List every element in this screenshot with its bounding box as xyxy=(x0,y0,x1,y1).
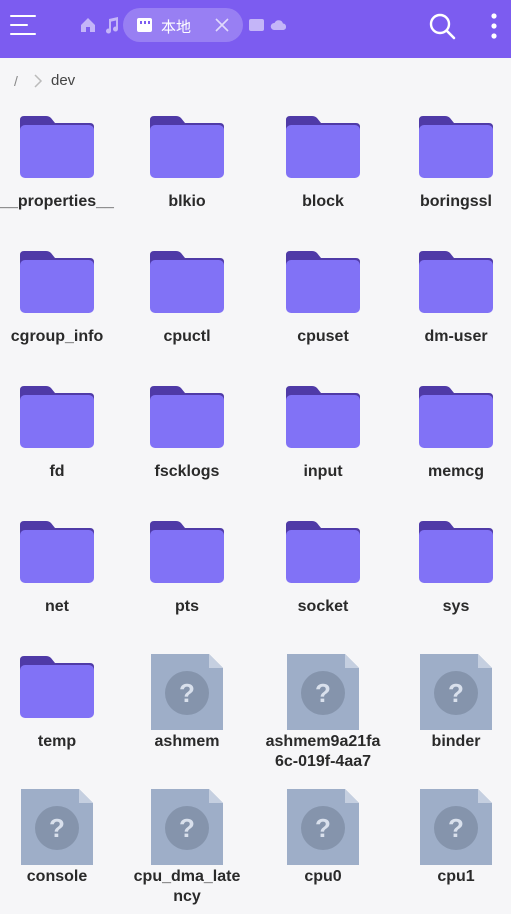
item-name: temp xyxy=(37,733,77,750)
folder-item[interactable]: __properties__ xyxy=(0,104,121,239)
file-item[interactable]: ? console xyxy=(0,779,121,914)
breadcrumb-current[interactable]: dev xyxy=(51,72,75,89)
item-name: fscklogs xyxy=(154,463,220,480)
folder-icon xyxy=(20,656,94,718)
folder-item[interactable]: socket xyxy=(259,509,387,644)
unknown-file-icon: ? xyxy=(287,789,359,865)
item-name: ashmem xyxy=(154,733,220,750)
folder-icon xyxy=(150,116,224,178)
folder-item[interactable]: sys xyxy=(392,509,511,644)
item-name: memcg xyxy=(427,463,485,480)
folder-icon xyxy=(150,386,224,448)
folder-icon xyxy=(20,386,94,448)
item-name: blkio xyxy=(168,193,206,210)
folder-icon xyxy=(286,116,360,178)
cloud-icon[interactable] xyxy=(270,16,288,34)
folder-item[interactable]: cpuset xyxy=(259,239,387,374)
music-icon[interactable] xyxy=(102,16,120,34)
folder-item[interactable]: fscklogs xyxy=(123,374,251,509)
item-name: cpuctl xyxy=(163,328,211,345)
menu-icon[interactable] xyxy=(10,13,36,37)
unknown-file-icon: ? xyxy=(151,654,223,730)
breadcrumb: / dev xyxy=(0,58,511,104)
item-name: fd xyxy=(49,463,65,480)
folder-item[interactable]: cpuctl xyxy=(123,239,251,374)
item-name: binder xyxy=(431,733,481,750)
folder-item[interactable]: boringssl xyxy=(392,104,511,239)
folder-item[interactable]: memcg xyxy=(392,374,511,509)
folder-icon xyxy=(286,521,360,583)
svg-text:?: ? xyxy=(448,678,464,708)
item-name: ashmem9a21fa6c-019f-4aa7 xyxy=(265,733,381,770)
file-item[interactable]: ? ashmem xyxy=(123,644,251,779)
tab-local[interactable]: 本地 xyxy=(123,8,243,42)
file-item[interactable]: ? cpu0 xyxy=(259,779,387,914)
svg-text:?: ? xyxy=(315,813,331,843)
folder-item[interactable]: block xyxy=(259,104,387,239)
item-name: input xyxy=(303,463,343,480)
item-name: cpu_dma_latency xyxy=(133,868,241,905)
folder-icon xyxy=(419,116,493,178)
folder-icon xyxy=(20,116,94,178)
unknown-file-icon: ? xyxy=(151,789,223,865)
file-item[interactable]: ? ashmem9a21fa6c-019f-4aa7 xyxy=(259,644,387,779)
item-name: cgroup_info xyxy=(10,328,104,345)
item-name: net xyxy=(45,598,69,615)
item-name: cpu0 xyxy=(304,868,342,885)
item-name: cpuset xyxy=(297,328,349,345)
folder-icon xyxy=(150,521,224,583)
folder-icon xyxy=(150,251,224,313)
item-name: pts xyxy=(175,598,199,615)
search-icon[interactable] xyxy=(428,12,456,40)
item-name: dm-user xyxy=(424,328,488,345)
chevron-right-icon xyxy=(34,74,43,88)
storage-icon[interactable] xyxy=(248,16,266,34)
item-name: sys xyxy=(442,598,470,615)
item-name: __properties__ xyxy=(0,193,114,210)
item-name: block xyxy=(302,193,344,210)
close-icon[interactable] xyxy=(214,17,230,33)
folder-item[interactable]: temp xyxy=(0,644,121,779)
folder-item[interactable]: fd xyxy=(0,374,121,509)
unknown-file-icon: ? xyxy=(287,654,359,730)
file-item[interactable]: ? cpu1 xyxy=(392,779,511,914)
item-name: console xyxy=(26,868,88,885)
folder-icon xyxy=(419,251,493,313)
folder-icon xyxy=(20,251,94,313)
item-name: cpu1 xyxy=(437,868,475,885)
folder-icon xyxy=(20,521,94,583)
svg-text:?: ? xyxy=(315,678,331,708)
svg-text:?: ? xyxy=(448,813,464,843)
file-item[interactable]: ? cpu_dma_latency xyxy=(123,779,251,914)
folder-icon xyxy=(286,251,360,313)
unknown-file-icon: ? xyxy=(420,654,492,730)
svg-text:?: ? xyxy=(179,813,195,843)
folder-icon xyxy=(419,521,493,583)
svg-text:?: ? xyxy=(49,813,65,843)
top-app-bar: 本地 xyxy=(0,0,511,58)
folder-item[interactable]: net xyxy=(0,509,121,644)
tab-local-label: 本地 xyxy=(161,19,192,36)
folder-item[interactable]: cgroup_info xyxy=(0,239,121,374)
folder-item[interactable]: dm-user xyxy=(392,239,511,374)
item-name: boringssl xyxy=(419,193,492,210)
item-name: socket xyxy=(297,598,349,615)
file-item[interactable]: ? binder xyxy=(392,644,511,779)
unknown-file-icon: ? xyxy=(21,789,93,865)
more-vertical-icon[interactable] xyxy=(486,13,502,39)
breadcrumb-root[interactable]: / xyxy=(14,73,18,89)
folder-icon xyxy=(419,386,493,448)
folder-item[interactable]: input xyxy=(259,374,387,509)
home-icon[interactable] xyxy=(79,16,97,34)
svg-text:?: ? xyxy=(179,678,195,708)
folder-item[interactable]: blkio xyxy=(123,104,251,239)
folder-icon xyxy=(286,386,360,448)
unknown-file-icon: ? xyxy=(420,789,492,865)
folder-item[interactable]: pts xyxy=(123,509,251,644)
storage-icon xyxy=(137,18,152,32)
